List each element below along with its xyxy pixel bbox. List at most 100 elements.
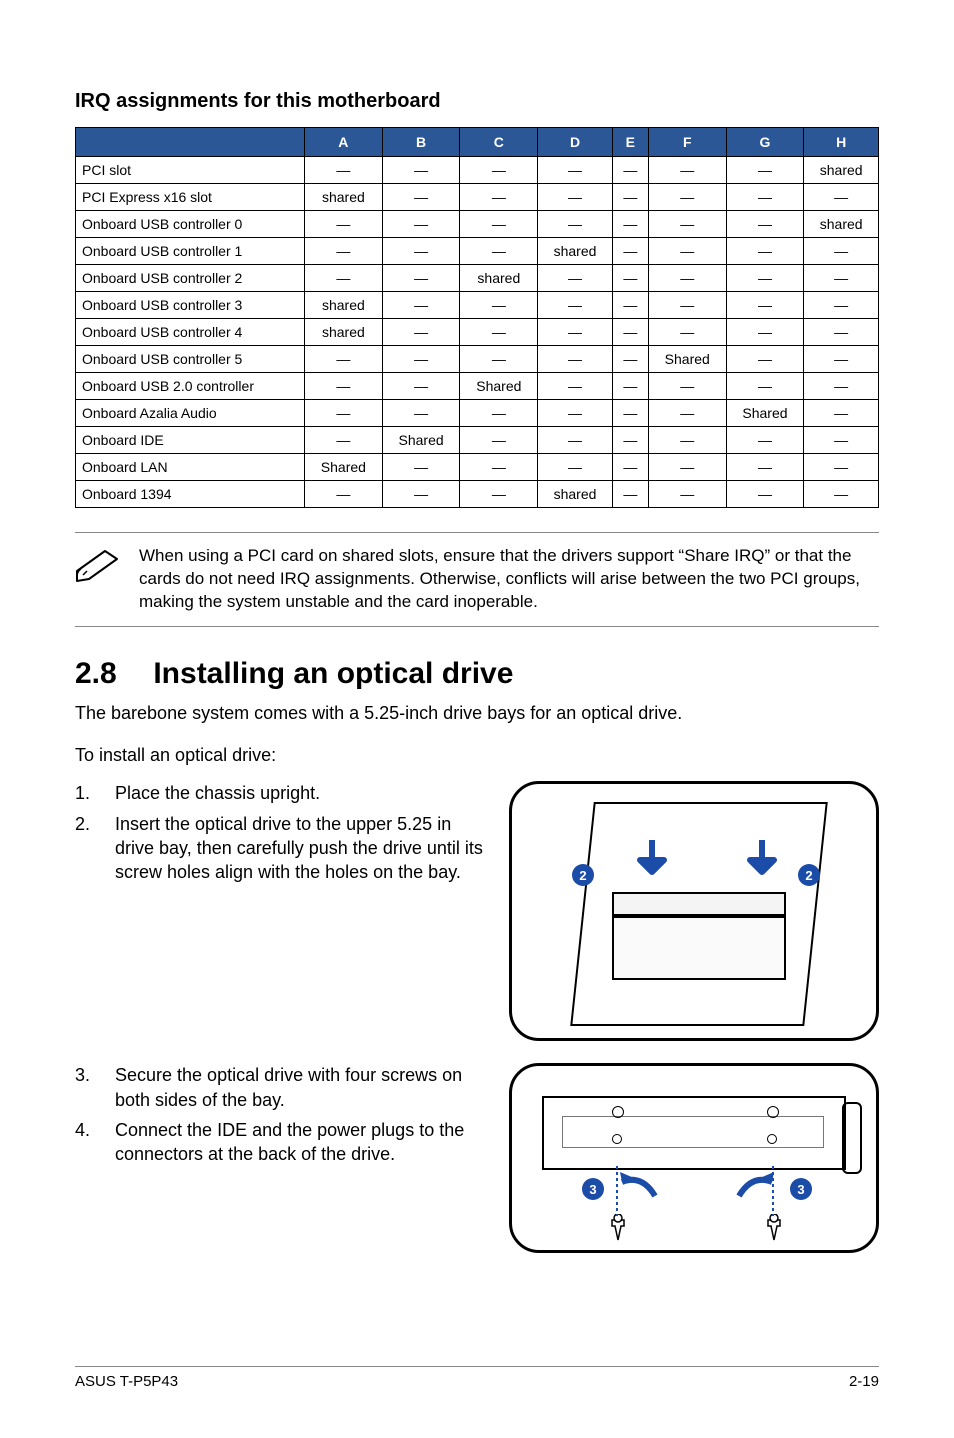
table-cell: — bbox=[538, 454, 613, 481]
table-row: PCI slot———————shared bbox=[76, 157, 879, 184]
table-row: Onboard IDE—Shared—————— bbox=[76, 427, 879, 454]
table-cell: — bbox=[382, 373, 460, 400]
table-cell: shared bbox=[305, 292, 383, 319]
table-cell: — bbox=[382, 481, 460, 508]
table-cell: — bbox=[804, 319, 879, 346]
table-cell: — bbox=[460, 184, 538, 211]
curve-arrow-icon bbox=[734, 1172, 774, 1202]
table-cell: — bbox=[460, 346, 538, 373]
table-cell: — bbox=[804, 238, 879, 265]
table-cell: — bbox=[612, 427, 648, 454]
table-cell: — bbox=[460, 427, 538, 454]
irq-table: A B C D E F G H PCI slot———————sharedPCI… bbox=[75, 127, 879, 508]
row-label: Onboard IDE bbox=[76, 427, 305, 454]
table-cell: — bbox=[305, 400, 383, 427]
table-cell: — bbox=[382, 319, 460, 346]
table-cell: shared bbox=[804, 157, 879, 184]
row-label: Onboard USB controller 4 bbox=[76, 319, 305, 346]
table-cell: — bbox=[648, 238, 726, 265]
table-cell: — bbox=[804, 481, 879, 508]
table-cell: shared bbox=[804, 211, 879, 238]
table-cell: — bbox=[538, 427, 613, 454]
irq-subheading: IRQ assignments for this motherboard bbox=[75, 90, 879, 113]
table-cell: — bbox=[538, 265, 613, 292]
footer-left: ASUS T-P5P43 bbox=[75, 1373, 178, 1390]
table-cell: — bbox=[804, 184, 879, 211]
note-block: When using a PCI card on shared slots, e… bbox=[75, 532, 879, 627]
table-cell: — bbox=[460, 319, 538, 346]
row-label: Onboard USB controller 3 bbox=[76, 292, 305, 319]
diagram-insert-drive: 2 2 bbox=[509, 781, 879, 1041]
table-cell: — bbox=[382, 211, 460, 238]
table-cell: shared bbox=[538, 238, 613, 265]
table-row: Onboard USB controller 0———————shared bbox=[76, 211, 879, 238]
step-2: 2.Insert the optical drive to the upper … bbox=[75, 812, 489, 885]
table-cell: — bbox=[648, 400, 726, 427]
table-cell: — bbox=[538, 346, 613, 373]
arrow-down-icon bbox=[742, 838, 782, 884]
step-3: 3.Secure the optical drive with four scr… bbox=[75, 1063, 489, 1112]
table-cell: — bbox=[804, 427, 879, 454]
table-cell: — bbox=[538, 211, 613, 238]
table-cell: — bbox=[804, 346, 879, 373]
table-cell: — bbox=[305, 373, 383, 400]
table-cell: — bbox=[612, 346, 648, 373]
table-row: Onboard USB controller 5—————Shared—— bbox=[76, 346, 879, 373]
section-number: 2.8 bbox=[75, 657, 145, 691]
table-cell: — bbox=[726, 292, 804, 319]
table-cell: — bbox=[460, 454, 538, 481]
footer-right: 2-19 bbox=[849, 1373, 879, 1390]
note-text: When using a PCI card on shared slots, e… bbox=[139, 545, 879, 614]
table-cell: — bbox=[538, 157, 613, 184]
step-4: 4.Connect the IDE and the power plugs to… bbox=[75, 1118, 489, 1167]
table-cell: — bbox=[305, 211, 383, 238]
row-label: Onboard USB controller 0 bbox=[76, 211, 305, 238]
col-B: B bbox=[382, 128, 460, 157]
table-row: PCI Express x16 slotshared——————— bbox=[76, 184, 879, 211]
col-E: E bbox=[612, 128, 648, 157]
table-row: Onboard Azalia Audio——————Shared— bbox=[76, 400, 879, 427]
table-cell: Shared bbox=[726, 400, 804, 427]
table-cell: — bbox=[726, 184, 804, 211]
table-cell: shared bbox=[305, 319, 383, 346]
table-cell: — bbox=[305, 157, 383, 184]
screw-icon bbox=[608, 1214, 628, 1244]
table-cell: — bbox=[305, 238, 383, 265]
table-cell: — bbox=[612, 238, 648, 265]
table-cell: — bbox=[726, 454, 804, 481]
table-cell: — bbox=[460, 238, 538, 265]
table-row: Onboard 1394———shared———— bbox=[76, 481, 879, 508]
col-C: C bbox=[460, 128, 538, 157]
intro-text-2: To install an optical drive: bbox=[75, 743, 879, 767]
table-cell: — bbox=[538, 400, 613, 427]
table-cell: shared bbox=[538, 481, 613, 508]
step-1: 1.Place the chassis upright. bbox=[75, 781, 489, 805]
table-cell: — bbox=[726, 319, 804, 346]
row-label: PCI slot bbox=[76, 157, 305, 184]
row-label: PCI Express x16 slot bbox=[76, 184, 305, 211]
curve-arrow-icon bbox=[620, 1172, 660, 1202]
table-cell: — bbox=[726, 481, 804, 508]
table-cell: — bbox=[648, 211, 726, 238]
table-cell: — bbox=[538, 373, 613, 400]
table-cell: — bbox=[612, 481, 648, 508]
table-cell: — bbox=[726, 211, 804, 238]
table-cell: — bbox=[460, 400, 538, 427]
callout-3-left: 3 bbox=[582, 1178, 604, 1200]
table-cell: — bbox=[726, 427, 804, 454]
table-cell: — bbox=[460, 481, 538, 508]
table-cell: — bbox=[648, 265, 726, 292]
table-cell: — bbox=[612, 211, 648, 238]
col-A: A bbox=[305, 128, 383, 157]
table-cell: — bbox=[538, 184, 613, 211]
table-cell: — bbox=[612, 454, 648, 481]
table-cell: — bbox=[305, 427, 383, 454]
table-cell: — bbox=[648, 157, 726, 184]
col-G: G bbox=[726, 128, 804, 157]
table-cell: — bbox=[305, 481, 383, 508]
table-cell: — bbox=[648, 184, 726, 211]
row-label: Onboard USB controller 5 bbox=[76, 346, 305, 373]
section-title-text: Installing an optical drive bbox=[153, 657, 513, 690]
table-cell: — bbox=[382, 400, 460, 427]
table-cell: Shared bbox=[382, 427, 460, 454]
